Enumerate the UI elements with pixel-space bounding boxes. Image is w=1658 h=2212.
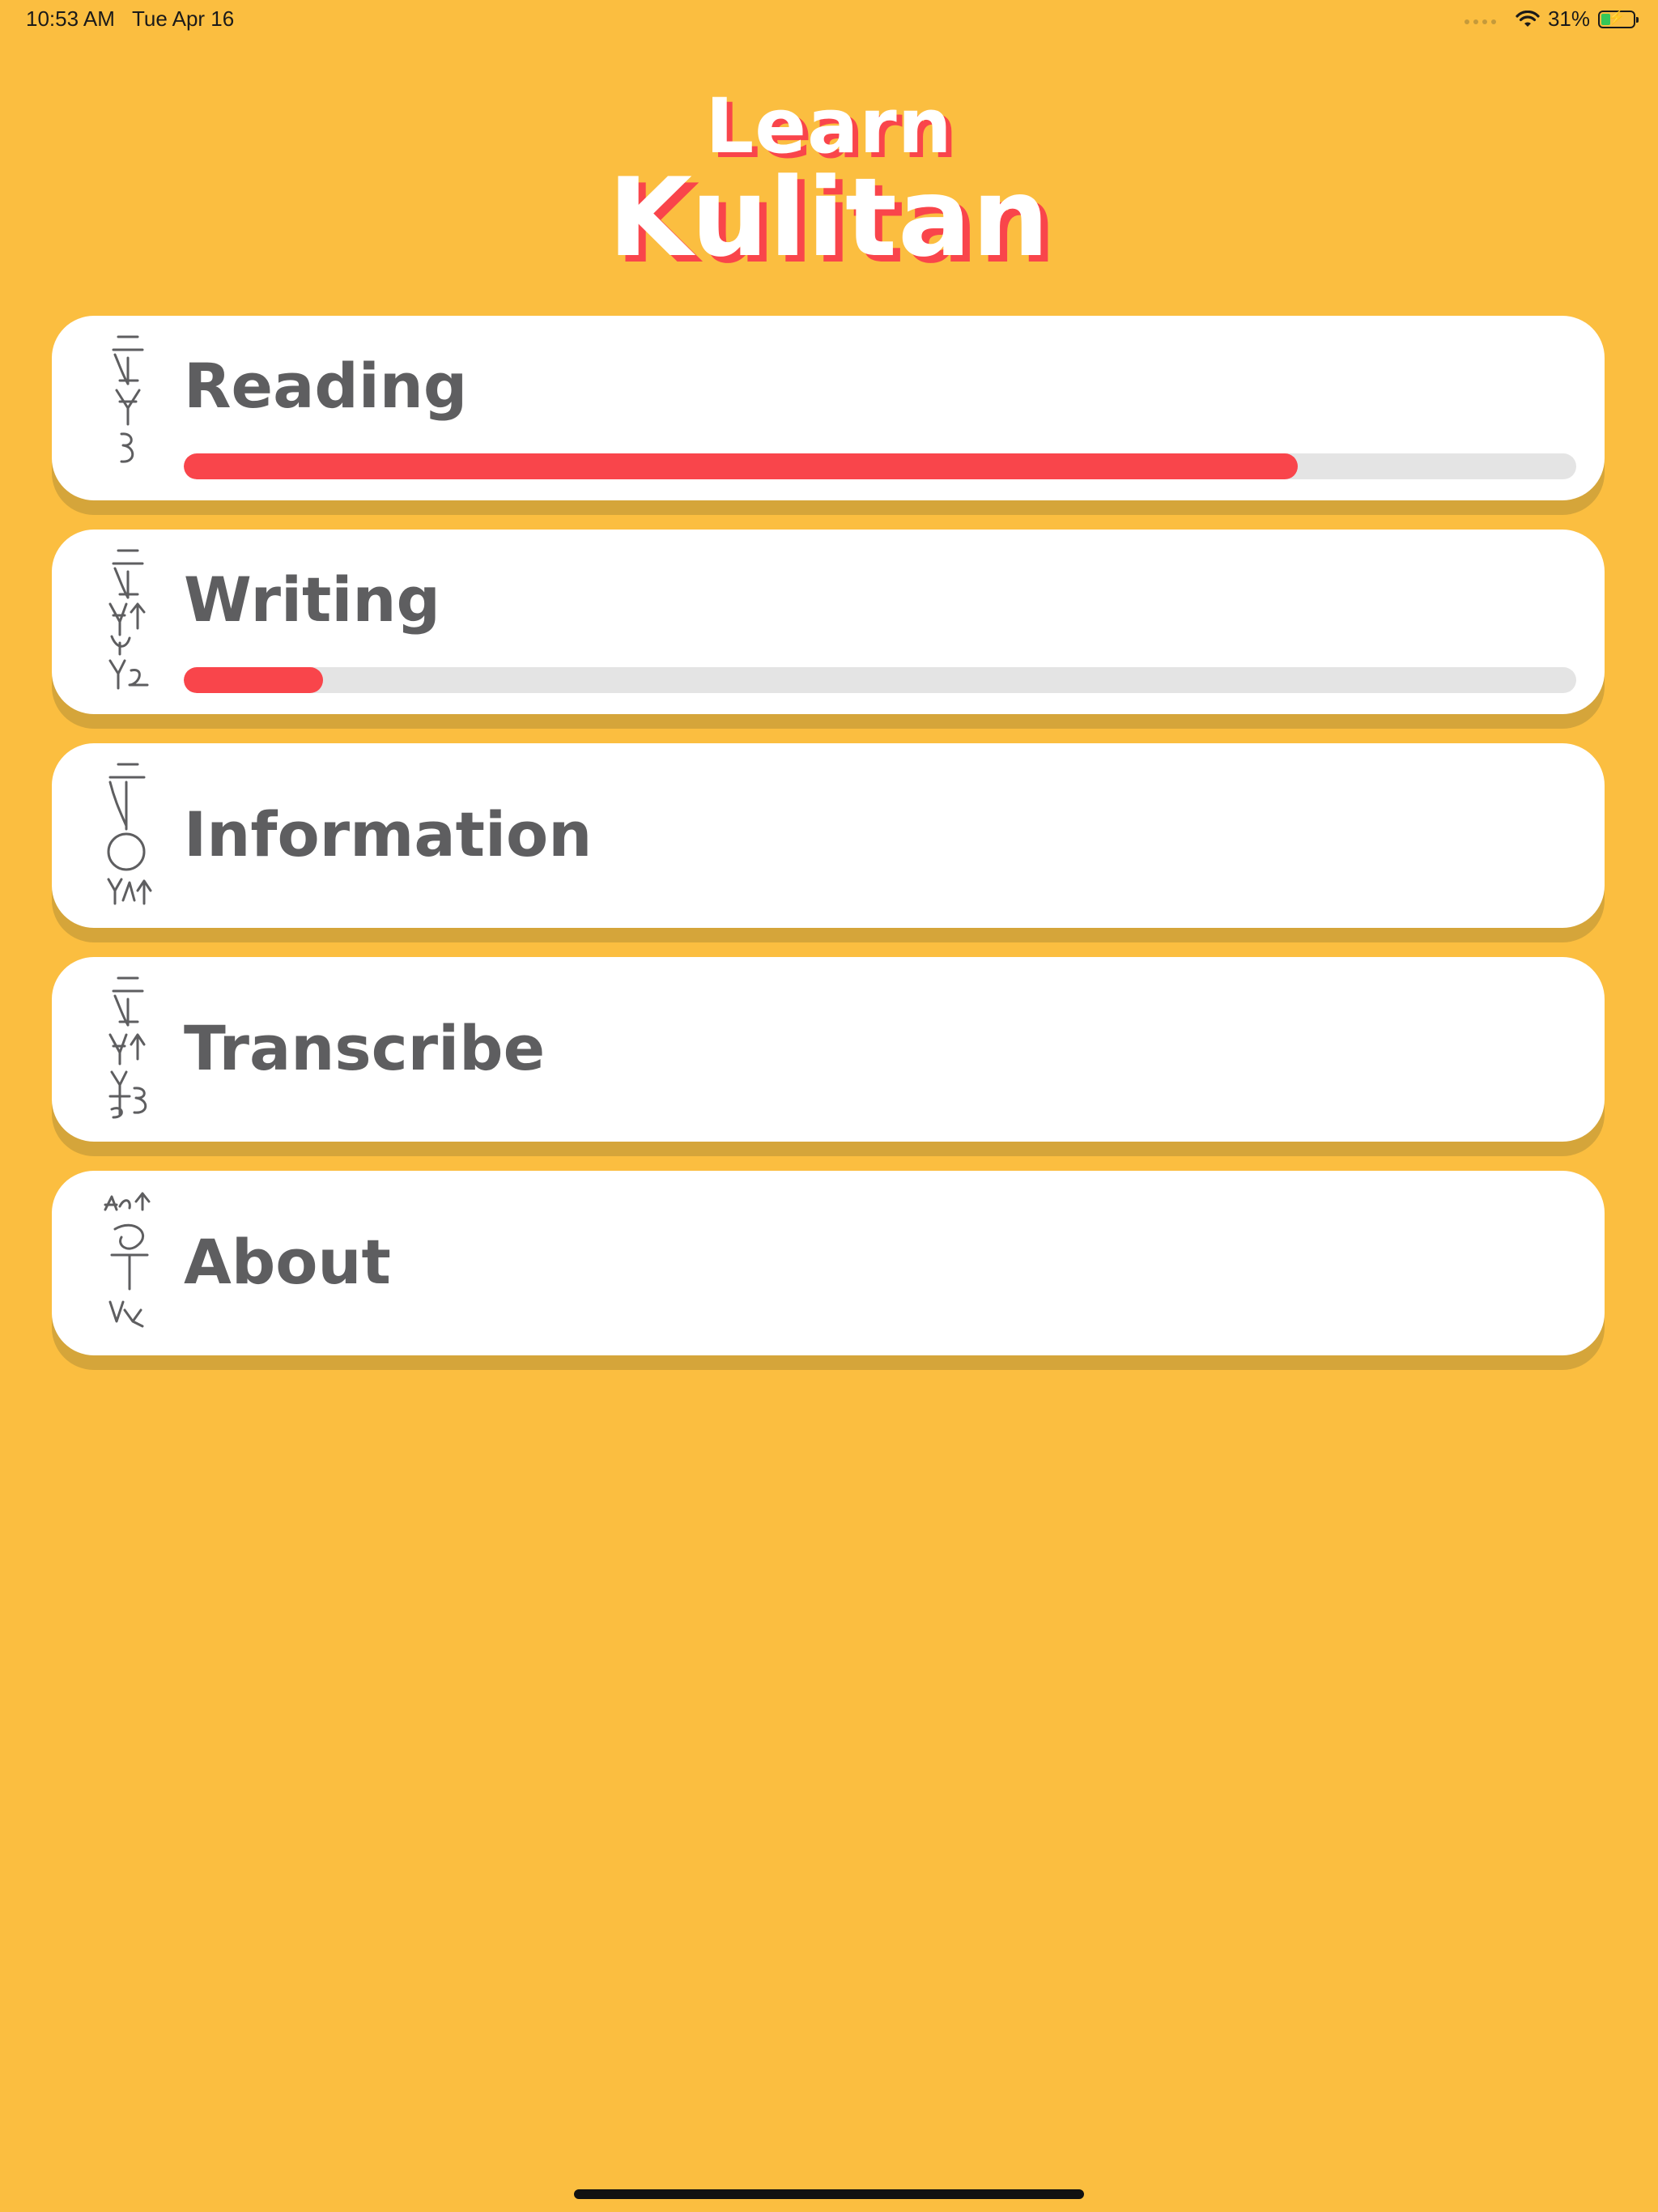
- reading-label: Reading: [184, 350, 468, 422]
- about-card[interactable]: About: [52, 1171, 1605, 1355]
- writing-card[interactable]: Writing: [52, 530, 1605, 714]
- about-label: About: [184, 1226, 391, 1298]
- transcribe-card[interactable]: Transcribe: [52, 957, 1605, 1142]
- app-title-learn: Learn: [705, 83, 953, 171]
- status-indicators: 31% ⚡: [1464, 6, 1639, 32]
- app-title: Learn Kulitan: [0, 83, 1658, 281]
- transcribe-label: Transcribe: [184, 1012, 546, 1084]
- kulitan-information-glyph-icon: [102, 761, 154, 910]
- reading-card[interactable]: Reading: [52, 316, 1605, 500]
- home-indicator[interactable]: [574, 2189, 1084, 2199]
- status-time: 10:53 AM: [26, 6, 115, 31]
- kulitan-transcribe-glyph-icon: [102, 975, 154, 1124]
- battery-percentage: 31%: [1547, 6, 1590, 31]
- status-date: Tue Apr 16: [132, 6, 235, 31]
- cellular-signal-icon: [1464, 19, 1496, 24]
- status-bar: 10:53 AM Tue Apr 16 31% ⚡: [0, 0, 1658, 39]
- writing-progress-bar: [184, 667, 1576, 693]
- wifi-icon: [1516, 10, 1540, 27]
- kulitan-reading-glyph-icon: [102, 334, 154, 483]
- charging-bolt-icon: ⚡: [1608, 9, 1626, 25]
- kulitan-writing-glyph-icon: [102, 547, 154, 696]
- writing-progress-fill: [184, 667, 323, 693]
- kulitan-about-glyph-icon: [102, 1189, 154, 1338]
- information-card[interactable]: Information: [52, 743, 1605, 928]
- writing-label: Writing: [184, 564, 440, 636]
- reading-progress-bar: [184, 453, 1576, 479]
- reading-progress-fill: [184, 453, 1298, 479]
- battery-icon: ⚡: [1598, 9, 1639, 28]
- app-title-kulitan: Kulitan: [608, 155, 1050, 281]
- information-label: Information: [184, 798, 593, 870]
